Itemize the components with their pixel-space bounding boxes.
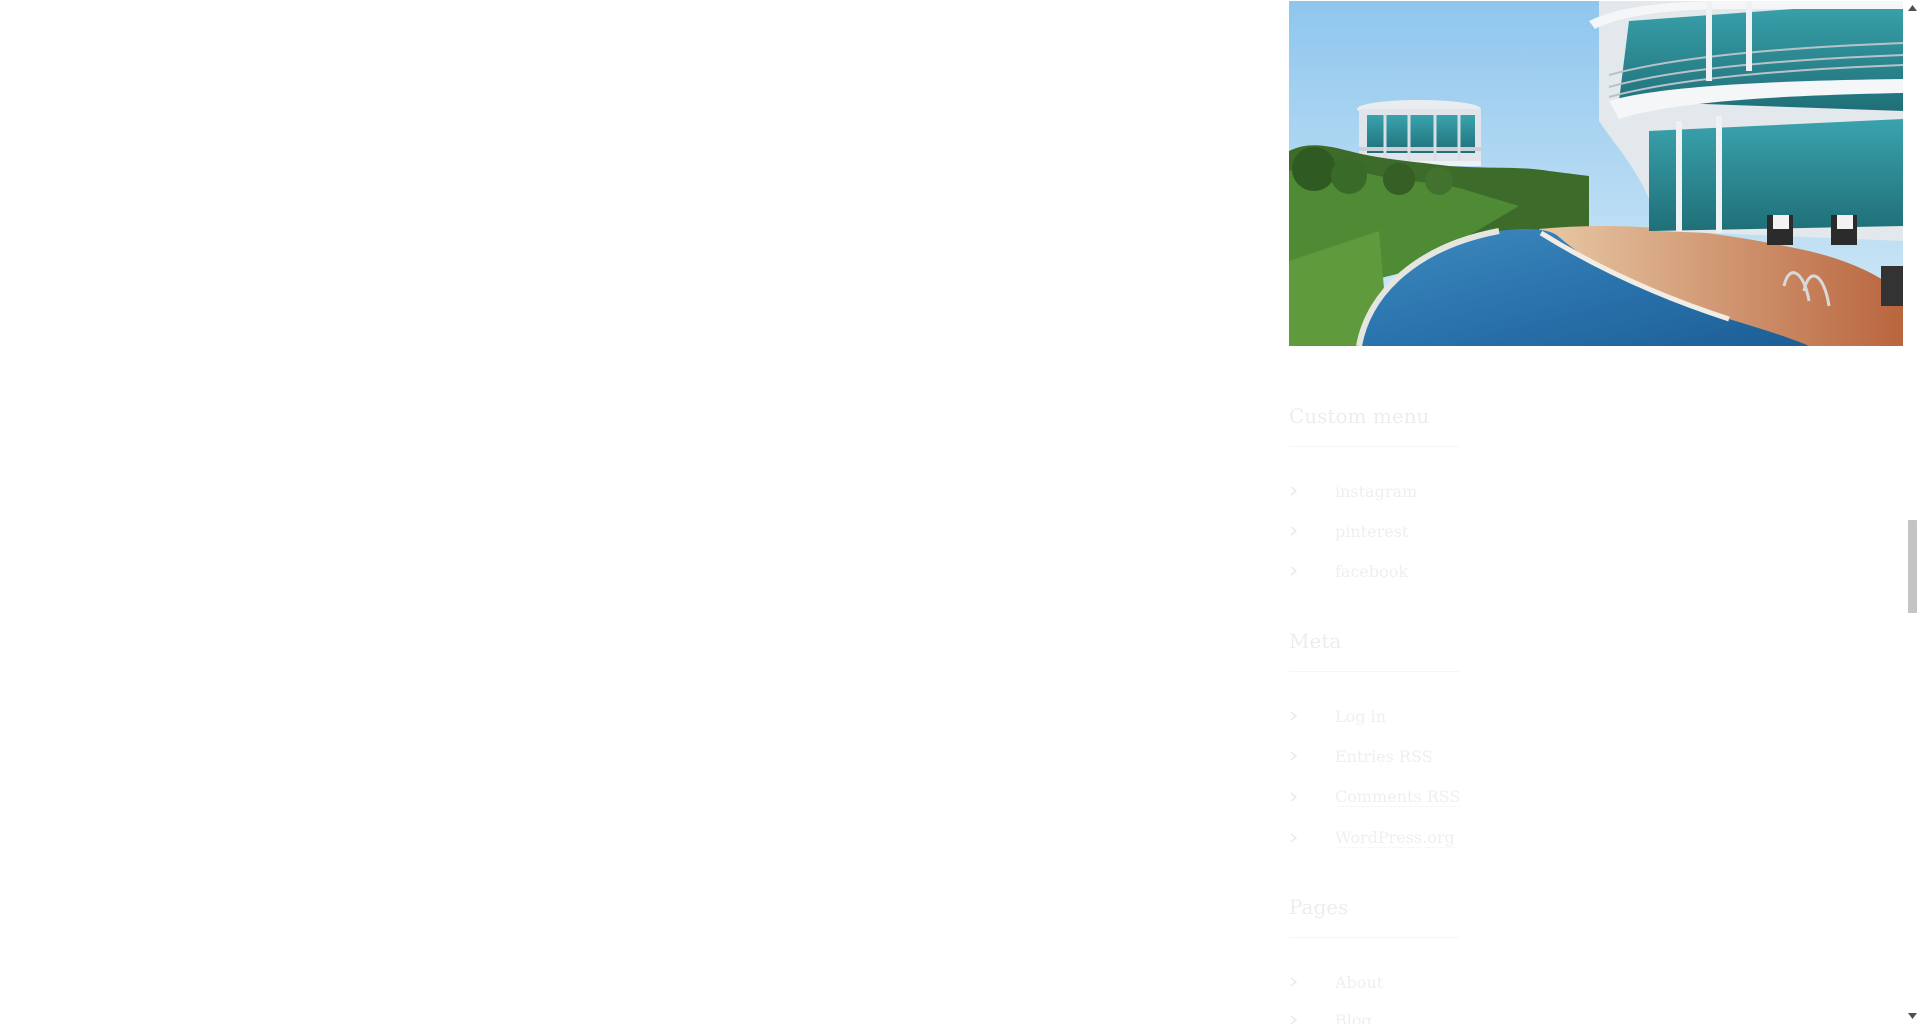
- chevron-right-icon: [1290, 792, 1298, 802]
- chevron-right-icon: [1290, 977, 1298, 987]
- menu-link-pinterest[interactable]: pinterest: [1335, 522, 1408, 541]
- chevron-right-icon: [1290, 526, 1298, 536]
- widget-divider: [1289, 937, 1459, 938]
- menu-link-wordpress-org[interactable]: WordPress.org: [1335, 828, 1455, 848]
- chevron-right-icon: [1290, 486, 1298, 496]
- widget-title-meta: Meta: [1289, 629, 1342, 653]
- page: Custom menu instagram pinterest facebook…: [0, 0, 1904, 1024]
- menu-link-log-in[interactable]: Log in: [1335, 707, 1386, 726]
- menu-link-facebook[interactable]: facebook: [1335, 562, 1408, 581]
- scrollbar-thumb[interactable]: [1908, 520, 1917, 613]
- menu-item-about[interactable]: About: [1289, 970, 1689, 994]
- widget-title-pages: Pages: [1289, 895, 1349, 919]
- menu-item-pinterest[interactable]: pinterest: [1289, 519, 1689, 543]
- menu-item-wordpress-org[interactable]: WordPress.org: [1289, 826, 1689, 850]
- chevron-right-icon: [1290, 711, 1298, 721]
- chevron-right-icon: [1290, 1015, 1298, 1024]
- chevron-right-icon: [1290, 566, 1298, 576]
- menu-link-instagram[interactable]: instagram: [1335, 482, 1417, 501]
- menu-item-comments-rss[interactable]: Comments RSS: [1289, 785, 1689, 809]
- menu-link-about[interactable]: About: [1335, 973, 1383, 992]
- menu-item-entries-rss[interactable]: Entries RSS: [1289, 744, 1689, 768]
- scroll-down-arrow-icon[interactable]: [1904, 1008, 1920, 1024]
- widget-title-custom-menu: Custom menu: [1289, 404, 1430, 428]
- scroll-up-arrow-icon[interactable]: [1904, 0, 1920, 16]
- menu-link-blog[interactable]: Blog: [1335, 1011, 1372, 1024]
- menu-link-entries-rss[interactable]: Entries RSS: [1335, 747, 1433, 766]
- menu-item-facebook[interactable]: facebook: [1289, 559, 1689, 583]
- chevron-right-icon: [1290, 751, 1298, 761]
- vertical-scrollbar[interactable]: [1904, 0, 1920, 1024]
- menu-item-blog[interactable]: Blog: [1289, 1008, 1689, 1024]
- menu-item-log-in[interactable]: Log in: [1289, 704, 1689, 728]
- widget-divider: [1289, 446, 1459, 447]
- featured-image[interactable]: [1289, 1, 1903, 346]
- menu-item-instagram[interactable]: instagram: [1289, 479, 1689, 503]
- chevron-right-icon: [1290, 833, 1298, 843]
- widget-divider: [1289, 671, 1459, 672]
- menu-link-comments-rss[interactable]: Comments RSS: [1335, 787, 1461, 807]
